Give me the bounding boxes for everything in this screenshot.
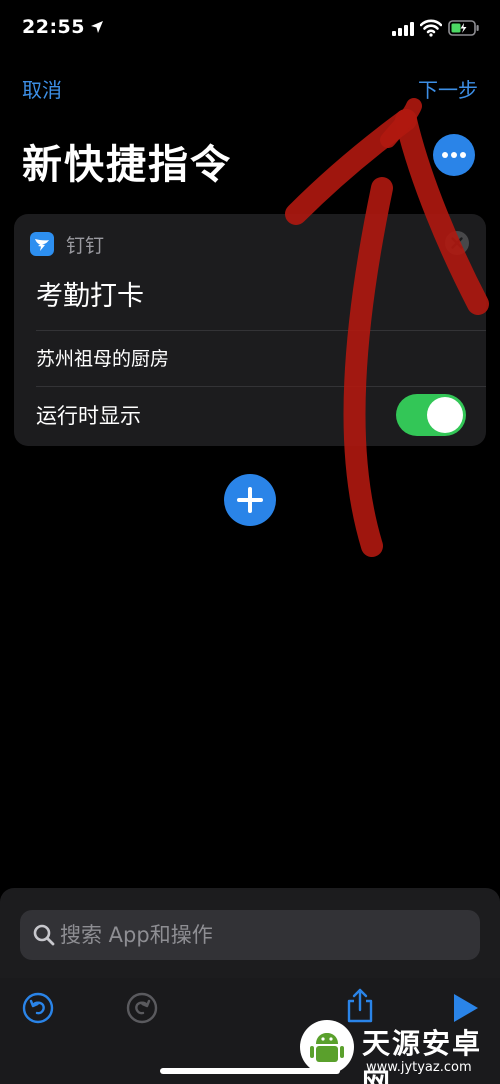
divider (36, 386, 486, 387)
undo-icon[interactable] (22, 992, 54, 1024)
toggle-label: 运行时显示 (36, 404, 141, 428)
redo-icon[interactable] (126, 992, 158, 1024)
android-logo-icon (300, 1020, 354, 1074)
search-icon (33, 924, 55, 946)
next-button[interactable]: 下一步 (418, 74, 478, 103)
dingtalk-icon (30, 232, 54, 256)
more-icon (442, 152, 466, 158)
app-name: 钉钉 (66, 235, 105, 257)
watermark-url: www.jytyaz.com (366, 1060, 472, 1075)
toggle-knob (427, 397, 463, 433)
wifi-icon (420, 19, 442, 37)
watermark: 天源安卓网 www.jytyaz.com (296, 1010, 500, 1084)
page-title: 新快捷指令 (22, 142, 232, 188)
search-input[interactable] (60, 920, 460, 950)
action-title: 考勤打卡 (36, 281, 144, 312)
location-arrow-icon (91, 21, 103, 33)
clear-icon[interactable] (444, 230, 470, 256)
divider (36, 330, 486, 331)
search-bar[interactable] (20, 910, 480, 960)
show-when-run-toggle[interactable] (396, 394, 466, 436)
cancel-button[interactable]: 取消 (22, 74, 62, 103)
status-time: 22:55 (22, 16, 85, 38)
parameter-field[interactable]: 苏州祖母的厨房 (36, 344, 169, 371)
plus-icon (237, 487, 263, 513)
action-card[interactable]: 钉钉 考勤打卡 苏州祖母的厨房 运行时显示 (14, 214, 486, 446)
add-action-button[interactable] (224, 474, 276, 526)
signal-icon (392, 22, 414, 36)
battery-icon (448, 20, 479, 36)
more-options-button[interactable] (433, 134, 475, 176)
status-bar: 22:55 (0, 0, 500, 60)
